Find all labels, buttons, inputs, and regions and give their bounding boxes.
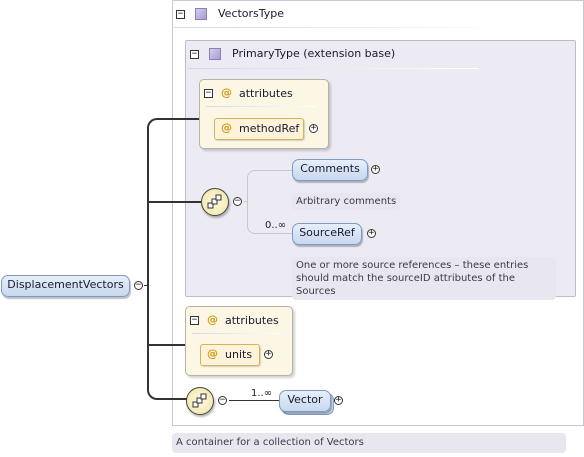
sequence-2-collapse-toggle[interactable]: − [218, 396, 227, 405]
comments-element[interactable]: Comments [292, 159, 368, 181]
sequence-compositor-icon[interactable] [201, 188, 229, 216]
displacement-vectors-element[interactable]: DisplacementVectors [1, 275, 130, 297]
source-ref-expand-toggle[interactable]: + [367, 229, 376, 238]
attribute-group-icon: @ [221, 86, 232, 99]
attribute-icon: @ [221, 121, 232, 134]
vectors-type-collapse-toggle[interactable]: − [176, 10, 185, 19]
displacement-vectors-label: DisplacementVectors [7, 278, 124, 291]
method-ref-expand-toggle[interactable]: + [309, 124, 318, 133]
units-expand-toggle[interactable]: + [264, 350, 273, 359]
comments-label: Comments [300, 162, 360, 175]
sequence-1-collapse-toggle[interactable]: − [233, 197, 242, 206]
vector-cardinality: 1..∞ [251, 388, 273, 399]
attribute-icon: @ [207, 347, 218, 360]
attributes-group-1-collapse-toggle[interactable]: − [204, 89, 213, 98]
attributes-group-1-label: attributes [239, 87, 293, 100]
source-ref-element[interactable]: SourceRef [292, 223, 362, 245]
comments-expand-toggle[interactable]: + [371, 165, 380, 174]
primary-type-collapse-toggle[interactable]: − [190, 50, 199, 59]
complex-type-icon [195, 8, 207, 20]
vector-expand-toggle[interactable]: + [334, 396, 343, 405]
extension-type-icon [209, 48, 221, 60]
displacement-vectors-collapse-toggle[interactable]: − [134, 281, 143, 290]
separator [188, 68, 478, 69]
connector [244, 201, 248, 202]
attributes-group-2-label: attributes [225, 314, 279, 327]
attributes-group-2-collapse-toggle[interactable]: − [190, 316, 199, 325]
source-ref-documentation: One or more source references – these en… [292, 257, 556, 300]
separator [192, 333, 282, 334]
source-ref-label: SourceRef [299, 226, 355, 239]
vector-label: Vector [287, 393, 323, 406]
method-ref-label: methodRef [239, 122, 300, 135]
separator [174, 27, 514, 28]
attribute-group-icon: @ [207, 313, 218, 326]
source-ref-doc-line-2: should match the sourceID attributes of … [296, 273, 515, 297]
source-ref-cardinality: 0..∞ [265, 220, 287, 231]
separator [206, 106, 316, 107]
connector [229, 400, 279, 401]
units-label: units [225, 348, 253, 361]
source-ref-doc-line-1: One or more source references – these en… [296, 260, 529, 271]
primary-type-label: PrimaryType (extension base) [232, 47, 396, 60]
comments-documentation: Arbitrary comments [292, 193, 401, 210]
vectors-type-label: VectorsType [218, 7, 285, 20]
sequence-compositor-icon[interactable] [186, 387, 214, 415]
connector [148, 201, 201, 203]
vectors-type-documentation: A container for a collection of Vectors [172, 433, 566, 453]
vector-element[interactable]: Vector [279, 390, 331, 412]
